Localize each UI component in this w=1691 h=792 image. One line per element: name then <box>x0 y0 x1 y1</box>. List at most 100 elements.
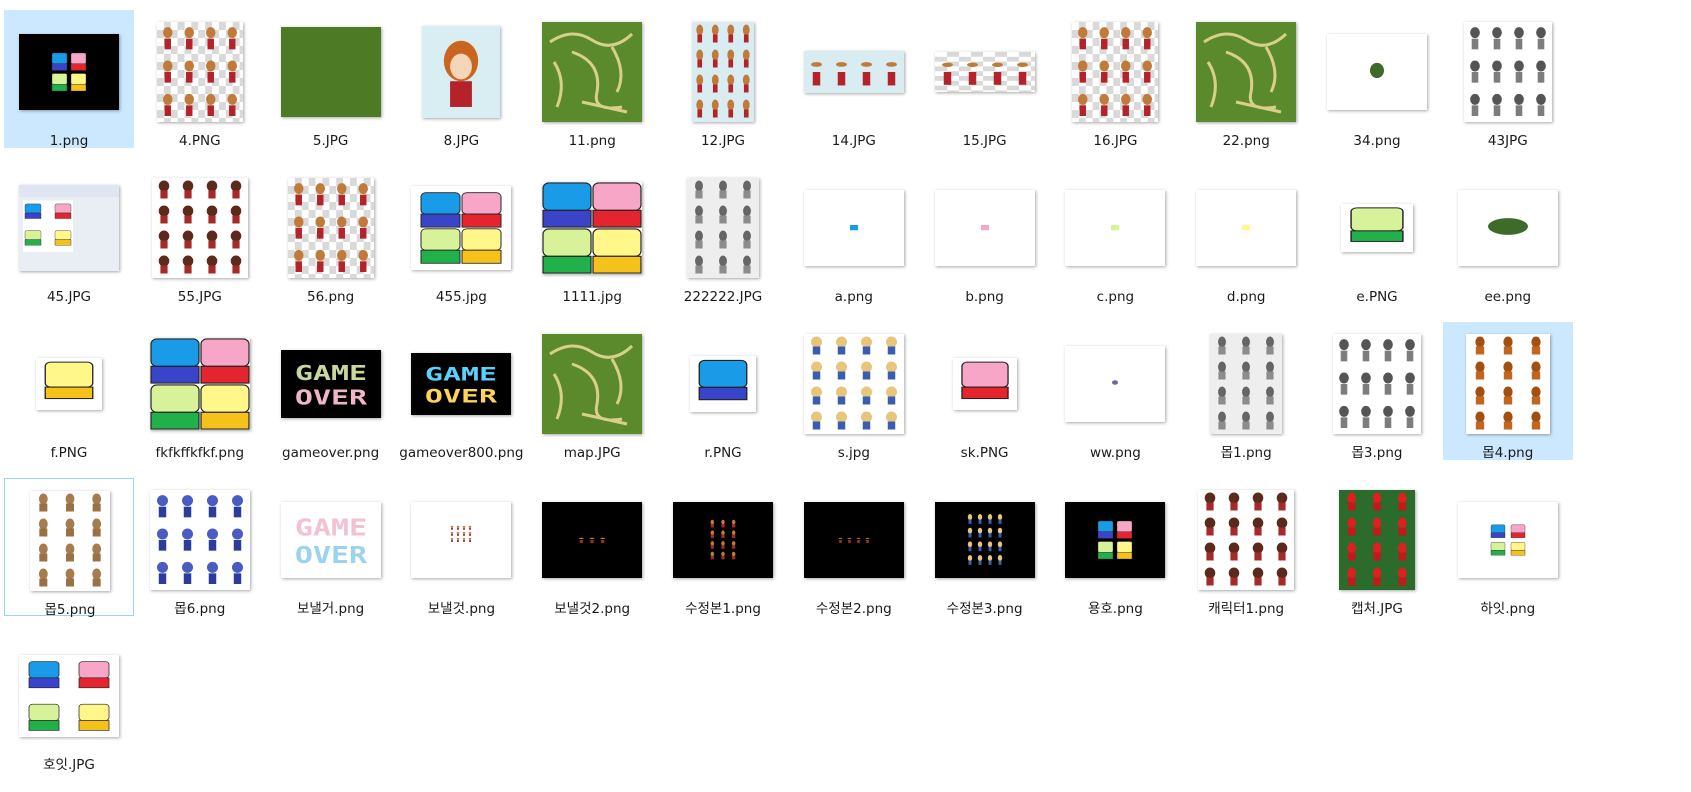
file-name: fkfkffkfkf.png <box>155 445 245 461</box>
file-name: ww.png <box>1089 445 1141 461</box>
file-item[interactable]: r.PNG <box>658 322 788 461</box>
thumbnail-frame <box>527 330 657 438</box>
file-name: a.png <box>834 289 873 305</box>
file-item[interactable]: c.png <box>1050 166 1180 305</box>
file-item[interactable]: 수정본1.png <box>658 478 788 617</box>
thumbnail-frame <box>1312 18 1442 126</box>
thumbnail-frame <box>1181 18 1311 126</box>
file-item[interactable]: fkfkffkfkf.png <box>135 322 265 480</box>
file-item[interactable]: GAME OVER 보낼거.png <box>266 478 396 617</box>
file-item[interactable]: sk.PNG <box>920 322 1050 461</box>
thumbnail-frame <box>5 487 135 595</box>
file-name: 캡처.JPG <box>1351 601 1403 617</box>
thumbnail-frame <box>920 330 1050 438</box>
thumbnail-frame <box>1443 18 1573 126</box>
thumbnail-frame <box>1181 486 1311 594</box>
file-item[interactable]: 55.JPG <box>135 166 265 305</box>
thumbnail-image <box>411 186 512 270</box>
thumbnail-image <box>19 34 119 110</box>
file-item[interactable]: 보낼것2.png <box>527 478 657 617</box>
file-item[interactable]: map.JPG <box>527 322 657 461</box>
file-item[interactable]: f.PNG <box>4 322 134 461</box>
file-item[interactable]: 56.png <box>266 166 396 305</box>
file-item[interactable]: 11.png <box>527 10 657 149</box>
file-item[interactable]: 용호.png <box>1050 478 1180 617</box>
thumbnail-frame <box>1050 486 1180 594</box>
thumbnail-frame <box>658 18 788 126</box>
thumbnail-frame <box>4 18 134 126</box>
thumbnail-image <box>280 27 381 117</box>
file-item[interactable]: d.png <box>1181 166 1311 305</box>
thumbnail-frame <box>1050 330 1180 438</box>
file-item[interactable]: 캐릭터1.png <box>1181 478 1311 617</box>
thumbnail-image: GAME OVER <box>411 353 512 415</box>
file-item[interactable]: 455.jpg <box>396 166 526 305</box>
file-item[interactable]: 1.png <box>4 10 134 149</box>
file-item[interactable]: 하잇.png <box>1443 478 1573 617</box>
file-item[interactable]: 보낼것.png <box>396 478 526 617</box>
file-item[interactable]: 캡처.JPG <box>1312 478 1442 617</box>
file-name: 보낼것.png <box>427 601 496 617</box>
file-grid: 1.png 4.PNG 5.JPG 8.JPG 11.png 12.JPG 14.JPG 1… <box>0 0 1691 792</box>
file-item[interactable]: 수정본2.png <box>789 478 919 617</box>
file-item[interactable]: 몹1.png <box>1181 322 1311 461</box>
file-item[interactable]: GAME OVER gameover800.png <box>396 322 526 480</box>
svg-text:OVER: OVER <box>294 386 367 410</box>
thumbnail-image <box>156 22 243 122</box>
file-name: 45.JPG <box>46 289 92 305</box>
file-item[interactable]: 15.JPG <box>920 10 1050 149</box>
svg-text:GAME: GAME <box>425 363 497 385</box>
thumbnail-image <box>934 52 1035 92</box>
file-item[interactable]: 1111.jpg <box>527 166 657 305</box>
file-item[interactable]: 222222.JPG <box>658 166 788 305</box>
file-item[interactable]: 몹5.png <box>4 478 135 618</box>
thumbnail-frame <box>658 330 788 438</box>
file-item[interactable]: 수정본3.png <box>920 478 1050 617</box>
file-item[interactable]: 12.JPG <box>658 10 788 149</box>
thumbnail-image <box>1196 22 1297 122</box>
file-item[interactable]: 4.PNG <box>135 10 265 149</box>
file-item[interactable]: 몹6.png <box>135 478 265 617</box>
thumbnail-image <box>542 334 643 434</box>
file-name: 1.png <box>49 133 89 149</box>
file-item[interactable]: a.png <box>789 166 919 305</box>
file-item[interactable]: s.jpg <box>789 322 919 461</box>
file-item[interactable]: 45.JPG <box>4 166 134 305</box>
file-item[interactable]: ww.png <box>1050 322 1180 461</box>
file-item[interactable]: 5.JPG <box>266 10 396 149</box>
thumbnail-image <box>542 502 643 578</box>
thumbnail-image: GAME OVER <box>280 502 381 578</box>
thumbnail-image <box>673 502 773 578</box>
file-item[interactable]: b.png <box>920 166 1050 305</box>
file-name: f.PNG <box>50 445 88 461</box>
file-name: 캐릭터1.png <box>1208 601 1285 617</box>
thumbnail-frame <box>1312 486 1442 594</box>
file-item[interactable]: 몹4.png <box>1442 322 1573 461</box>
thumbnail-image <box>690 356 756 412</box>
thumbnail-frame <box>789 174 919 282</box>
file-item[interactable]: 16.JPG <box>1050 10 1180 149</box>
file-item[interactable]: 8.JPG <box>396 10 526 149</box>
thumbnail-frame <box>1050 18 1180 126</box>
thumbnail-image <box>287 178 374 278</box>
file-item[interactable]: e.PNG <box>1312 166 1442 305</box>
file-item[interactable]: 34.png <box>1312 10 1442 149</box>
file-item[interactable]: 몹3.png <box>1312 322 1442 461</box>
file-item[interactable]: ee.png <box>1443 166 1573 305</box>
file-item[interactable]: 14.JPG <box>789 10 919 149</box>
thumbnail-frame <box>1181 174 1311 282</box>
thumbnail-frame: GAME OVER <box>396 330 526 438</box>
file-item[interactable]: GAME OVER gameover.png <box>266 322 396 461</box>
thumbnail-image <box>411 502 512 578</box>
thumbnail-image <box>692 22 754 122</box>
thumbnail-image <box>952 358 1017 410</box>
thumbnail-image <box>1196 190 1297 266</box>
file-item[interactable]: 22.png <box>1181 10 1311 149</box>
thumbnail-image <box>1210 334 1283 434</box>
file-item[interactable]: 호잇.JPG <box>4 634 134 773</box>
thumbnail-image <box>803 51 904 93</box>
file-name: 455.jpg <box>435 289 487 305</box>
thumbnail-frame <box>135 174 265 282</box>
file-item[interactable]: 43JPG <box>1443 10 1573 149</box>
file-name: 55.JPG <box>177 289 222 305</box>
